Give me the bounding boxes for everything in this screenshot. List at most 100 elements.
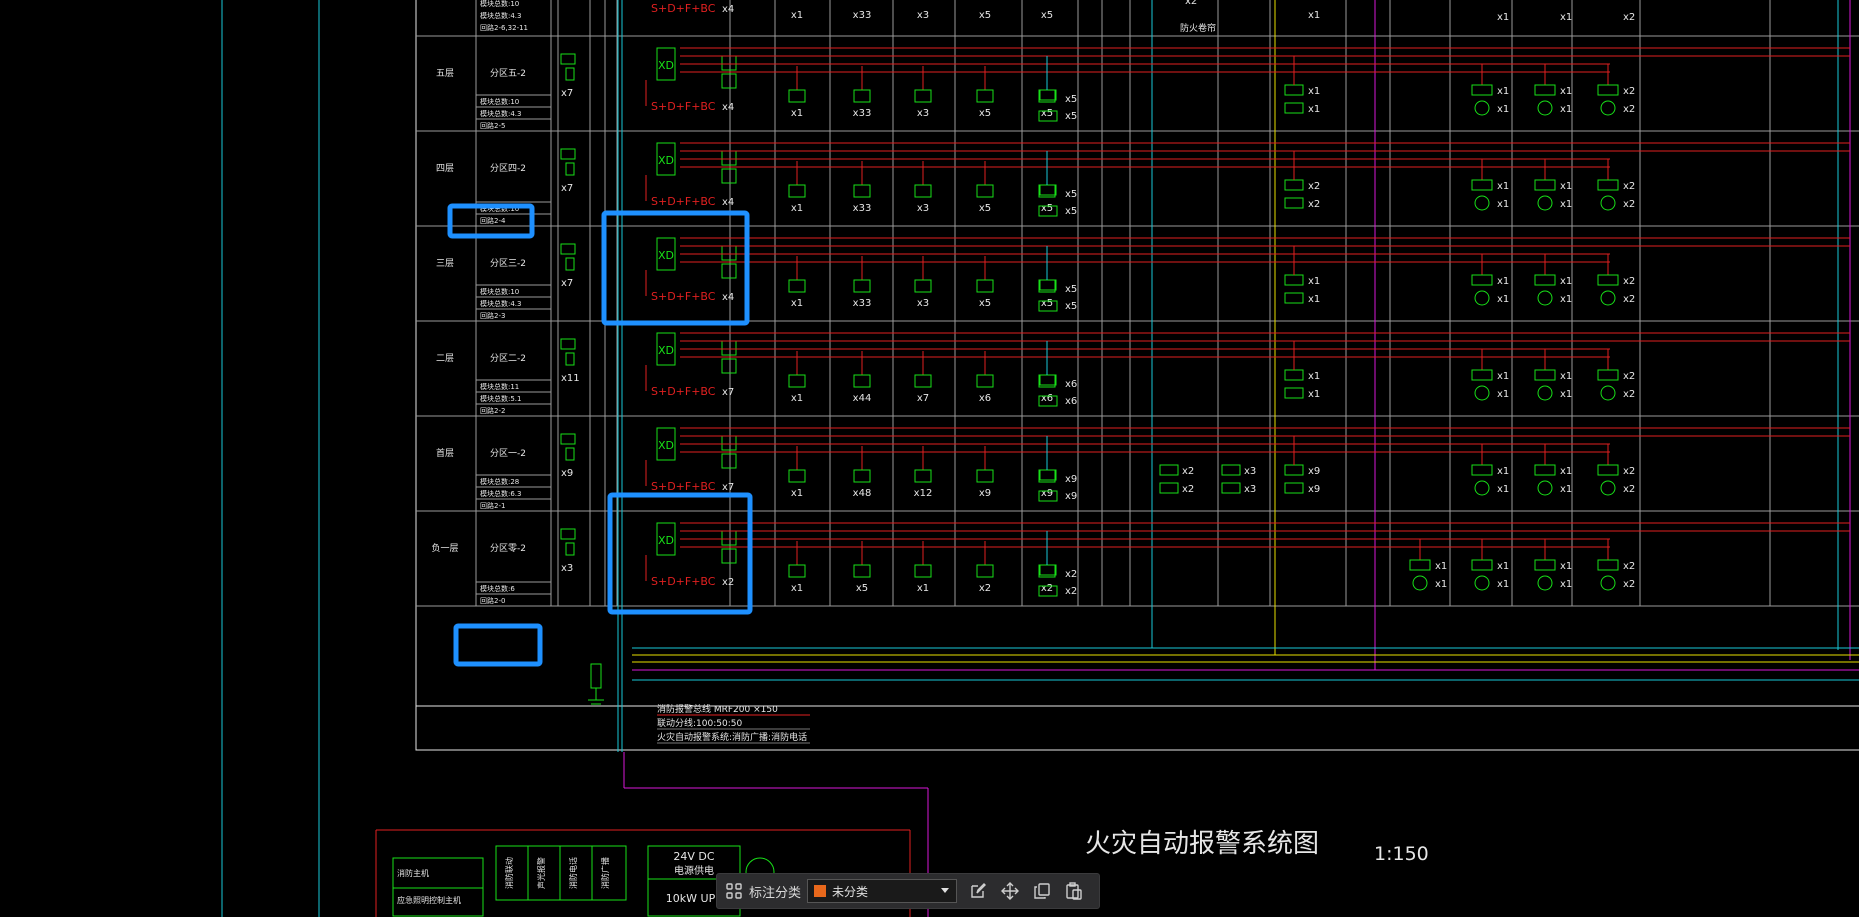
device-count: x7 — [561, 278, 573, 289]
zone-detail: 模块总数:4.3 — [480, 299, 522, 308]
lamp-symbol — [1600, 290, 1616, 306]
device-count: x5 — [979, 108, 991, 119]
device-count: x7 — [561, 88, 573, 99]
right-device — [1471, 464, 1493, 476]
right-count: x2 — [1623, 199, 1635, 210]
io-symbol — [1039, 279, 1057, 291]
right-count: x1 — [1497, 389, 1509, 400]
device-symbol — [976, 184, 994, 198]
device-count: x3 — [917, 298, 929, 309]
right-device — [1471, 179, 1493, 191]
device-count: x12 — [914, 488, 933, 499]
right-count: x1 — [1497, 579, 1509, 590]
smoke-detector-symbol — [560, 528, 576, 540]
lamp-symbol — [1537, 100, 1553, 116]
lamp-symbol — [1537, 290, 1553, 306]
io-symbol — [1039, 374, 1057, 386]
lamp-symbol — [1600, 480, 1616, 496]
device-symbol — [914, 89, 932, 103]
bell-symbol — [565, 447, 575, 461]
right-count: x1 — [1497, 104, 1509, 115]
zone-name: 分区一-2 — [490, 448, 526, 459]
device-symbol — [976, 279, 994, 293]
paste-icon[interactable] — [1063, 880, 1085, 902]
zone-detail: 回路2-2 — [480, 406, 505, 415]
right-device — [1534, 84, 1556, 96]
device-symbol — [788, 469, 806, 483]
device-count: x5 — [1041, 108, 1053, 119]
category-grid-icon[interactable] — [723, 880, 745, 902]
device-count: x2 — [979, 583, 991, 594]
device-symbol — [788, 564, 806, 578]
right-count: x1 — [1497, 466, 1509, 477]
right-count: x1 — [1497, 199, 1509, 210]
io-module — [1284, 369, 1304, 381]
right-count: x2 — [1623, 389, 1635, 400]
module-label: S+D+F+BC — [651, 575, 716, 588]
right-count: x1 — [1560, 276, 1572, 287]
device-count: x3 — [917, 10, 929, 21]
lamp-symbol — [1537, 195, 1553, 211]
ext-count: x1 — [1308, 276, 1320, 287]
device-count: x5 — [979, 203, 991, 214]
annotation-category-label: 标注分类 — [749, 885, 802, 901]
device-count: x33 — [853, 298, 872, 309]
smoke-detector-symbol — [560, 243, 576, 255]
si-box — [721, 263, 737, 279]
power-ups: 10kW UPS — [666, 892, 722, 905]
device-count: x1 — [791, 203, 803, 214]
ext-count: x1 — [1308, 10, 1320, 21]
mid-count: x2 — [1182, 484, 1194, 495]
category-value: 未分类 — [832, 884, 869, 899]
right-device — [1409, 559, 1431, 571]
right-count: x2 — [1623, 12, 1635, 23]
edit-icon[interactable] — [967, 880, 989, 902]
module-label: S+D+F+BC — [651, 195, 716, 208]
device-count: x5 — [1065, 301, 1077, 312]
device-symbol — [788, 184, 806, 198]
device-symbol — [853, 279, 871, 293]
right-count: x2 — [1623, 466, 1635, 477]
device-symbol — [853, 469, 871, 483]
move-icon[interactable] — [999, 880, 1021, 902]
right-device — [1597, 464, 1619, 476]
bell-symbol — [565, 257, 575, 271]
annotation-category-select[interactable]: 未分类 — [807, 879, 958, 903]
lamp-symbol — [1600, 195, 1616, 211]
floor-name: 五层 — [436, 68, 454, 79]
lamp-symbol — [1474, 290, 1490, 306]
right-device — [1597, 369, 1619, 381]
right-count: x2 — [1623, 104, 1635, 115]
copy-icon[interactable] — [1031, 880, 1053, 902]
host-label: 应急照明控制主机 — [397, 895, 461, 905]
floor-name: 二层 — [436, 353, 454, 364]
right-count: x1 — [1560, 466, 1572, 477]
cad-drawing-canvas[interactable]: 五层 分区五-2 模块总数:10 模块总数:4.3 回路2-5 x7 XD S+D+F+BC x… — [0, 0, 1859, 917]
ext-count: x1 — [1308, 371, 1320, 382]
right-count: x1 — [1560, 484, 1572, 495]
device-count: x3 — [917, 203, 929, 214]
mid-count: x2 — [1182, 466, 1194, 477]
lamp-symbol — [1537, 480, 1553, 496]
right-device — [1534, 559, 1556, 571]
device-symbol — [914, 564, 932, 578]
right-count: x1 — [1497, 561, 1509, 572]
host-col-label: 声光报警 — [536, 857, 546, 889]
device-count: x6 — [1065, 396, 1077, 407]
valve-module — [1284, 197, 1304, 209]
right-count: x1 — [1435, 561, 1447, 572]
device-count: x9 — [1065, 491, 1077, 502]
right-count: x1 — [1560, 104, 1572, 115]
drawing-note: 火灾自动报警系统:消防广播:消防电话 — [657, 731, 807, 743]
device-symbol — [853, 564, 871, 578]
right-count: x2 — [1623, 484, 1635, 495]
zone-detail: 回路2-4 — [480, 216, 506, 225]
zone-detail: 模块总数:6.3 — [480, 489, 522, 498]
ext-count: x1 — [1308, 86, 1320, 97]
lamp-symbol — [1474, 195, 1490, 211]
right-count: x2 — [1623, 276, 1635, 287]
annotation-toolbar: 标注分类 未分类 — [716, 873, 1100, 909]
device-symbol — [788, 89, 806, 103]
host-col-label: 消防联动 — [504, 857, 514, 889]
system-table-border — [415, 0, 1859, 751]
